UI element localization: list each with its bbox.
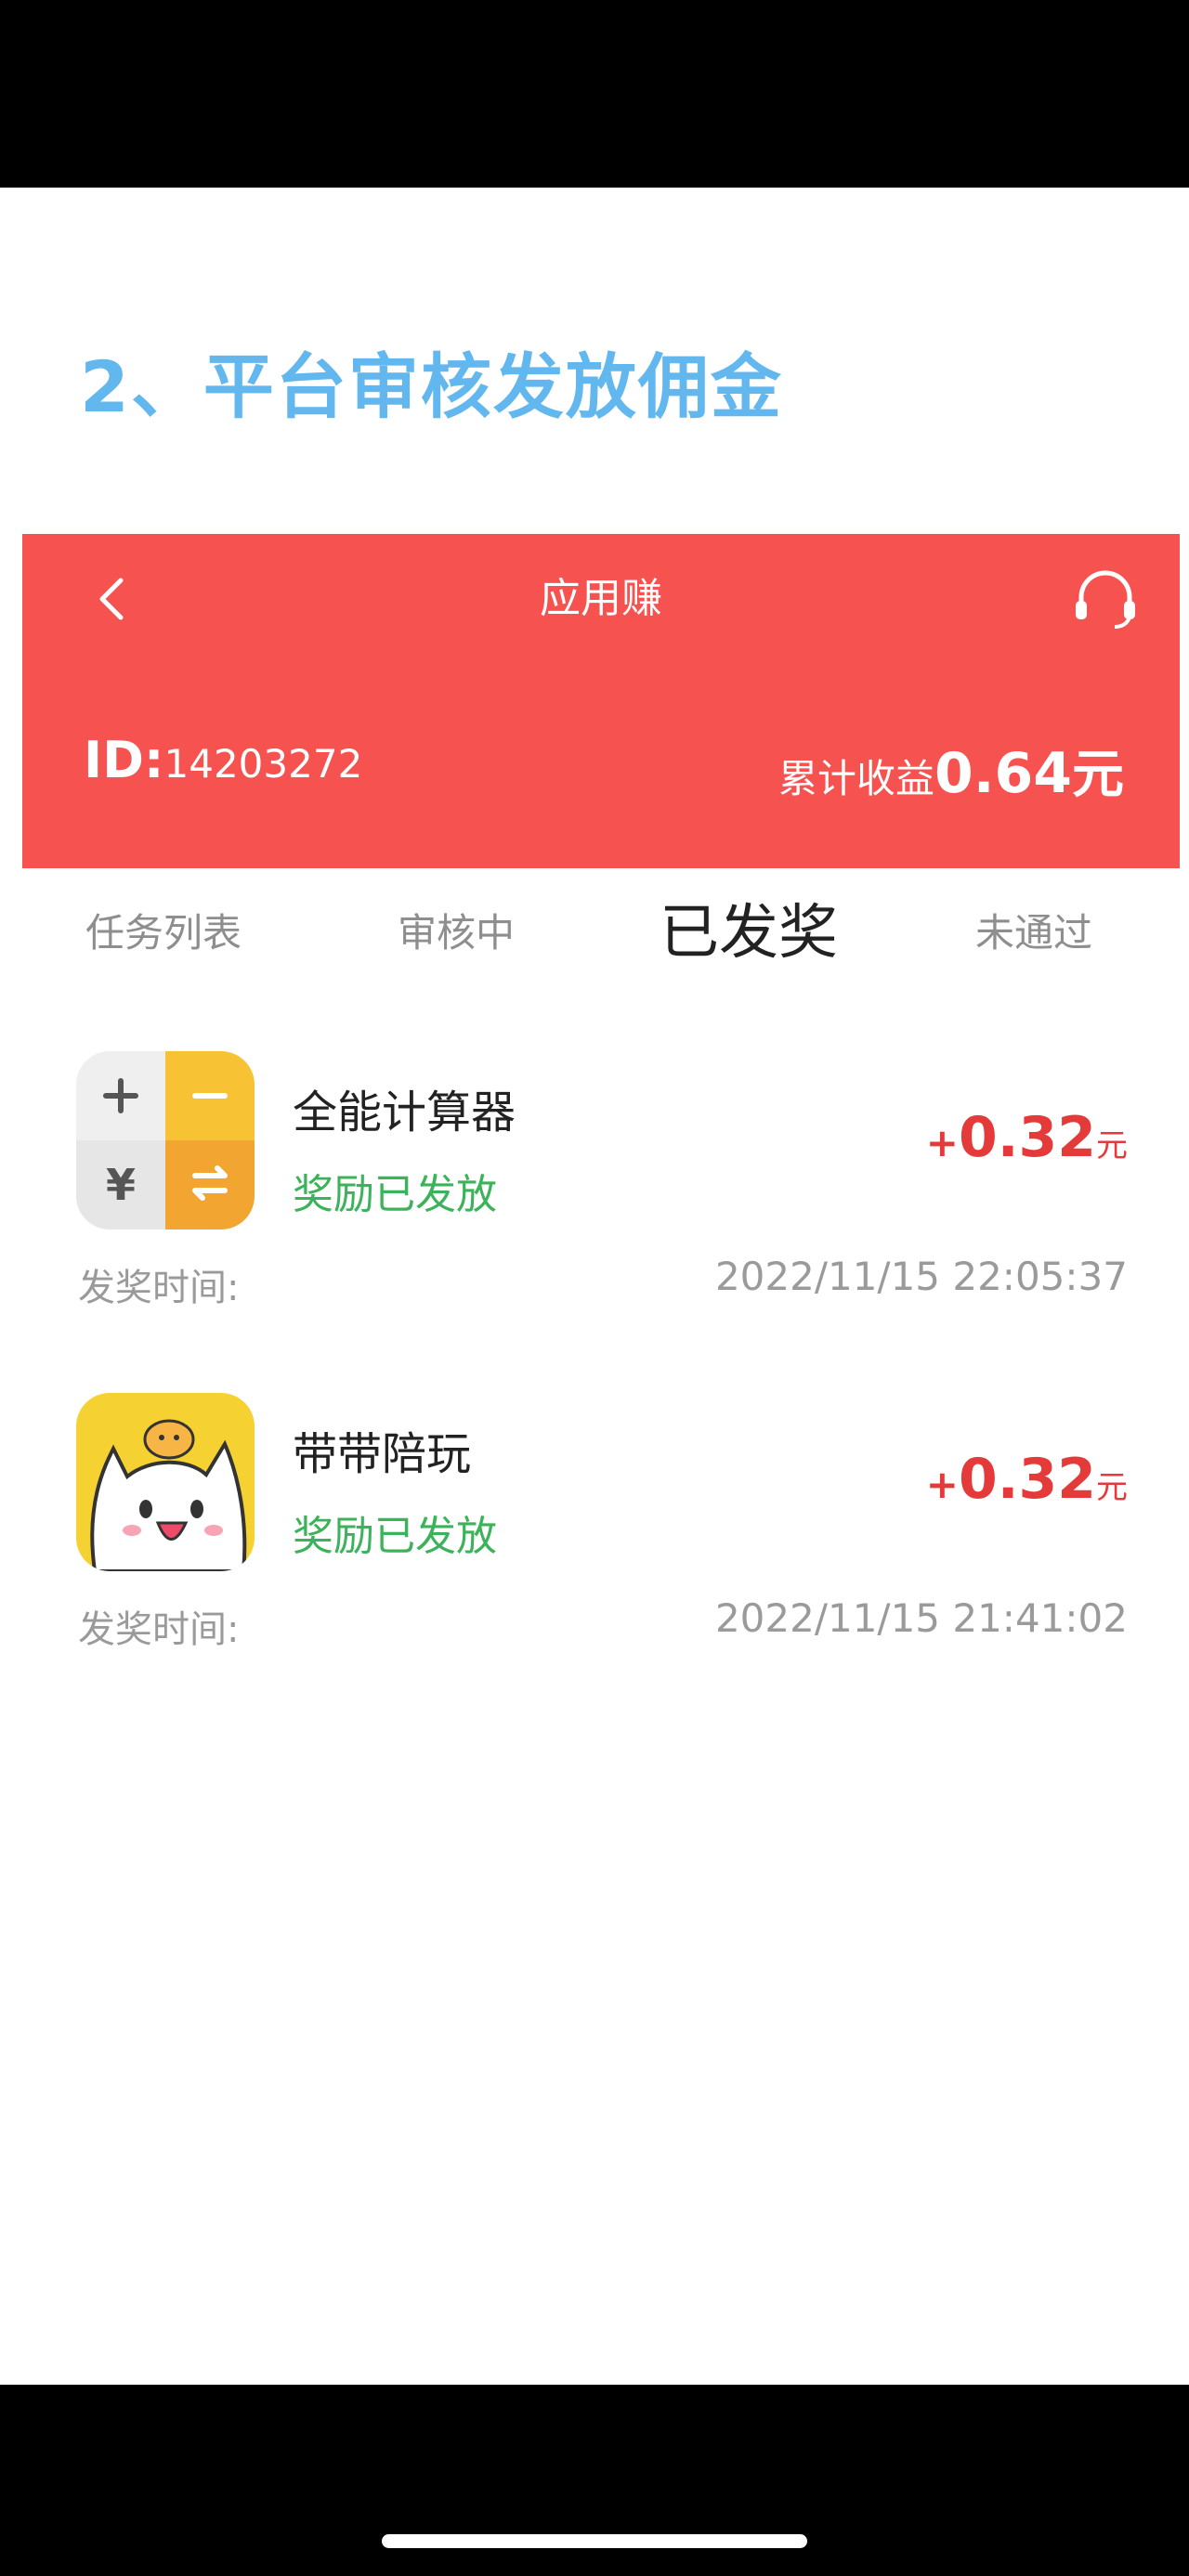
reward-time-label: 发奖时间: (78, 1608, 240, 1651)
home-indicator[interactable] (382, 2534, 807, 2548)
reward-list-item[interactable]: 带带陪玩 奖励已发放 +0.32元 发奖时间: 2022/11/15 21:41… (0, 1393, 1189, 1690)
tab-task-list[interactable]: 任务列表 (85, 878, 242, 989)
amount-unit: 元 (1096, 1469, 1128, 1506)
reward-status: 奖励已发放 (293, 1513, 497, 1560)
tab-under-review[interactable]: 审核中 (398, 878, 515, 989)
total-earnings: 累计收益0.64元 (778, 733, 1124, 808)
amount-sign: + (925, 1120, 959, 1165)
user-id-label: ID: (84, 731, 164, 789)
status-bar-area (0, 0, 1189, 188)
reward-time-label: 发奖时间: (78, 1267, 240, 1309)
amount-value: 0.32 (958, 1105, 1096, 1170)
app-name: 全能计算器 (293, 1086, 516, 1138)
amount-unit: 元 (1096, 1127, 1128, 1164)
reward-time-value: 2022/11/15 22:05:37 (714, 1254, 1128, 1299)
headset-icon[interactable] (1070, 562, 1141, 632)
amount-sign: + (925, 1462, 959, 1507)
amount-value: 0.32 (958, 1447, 1096, 1512)
user-id-value: 14203272 (163, 741, 363, 787)
tab-bar: 任务列表 审核中 已发奖 未通过 (0, 878, 1189, 989)
app-name: 带带陪玩 (293, 1428, 472, 1480)
tab-rejected[interactable]: 未通过 (975, 878, 1092, 989)
step-title: 2、平台审核发放佣金 (80, 345, 783, 428)
reward-status: 奖励已发放 (293, 1171, 497, 1218)
tab-rewarded[interactable]: 已发奖 (660, 878, 838, 989)
earnings-unit: 元 (1072, 745, 1124, 805)
header-title: 应用赚 (540, 575, 662, 622)
reward-amount: +0.32元 (926, 1105, 1128, 1170)
svg-text:¥: ¥ (106, 1160, 136, 1210)
cat-mascot-app-icon (76, 1393, 255, 1571)
reward-time-value: 2022/11/15 21:41:02 (714, 1595, 1128, 1641)
earnings-label: 累计收益 (777, 756, 934, 801)
reward-list-item[interactable]: ¥ 全能计算器 奖励已发放 +0.32元 发奖时间: 2022/11/15 22… (0, 1051, 1189, 1348)
user-id: ID:14203272 (84, 731, 362, 789)
reward-amount: +0.32元 (926, 1447, 1128, 1512)
app-header: 应用赚 ID:14203272 累计收益0.64元 (22, 534, 1180, 868)
calculator-app-icon: ¥ (76, 1051, 255, 1229)
earnings-value: 0.64 (934, 741, 1072, 806)
